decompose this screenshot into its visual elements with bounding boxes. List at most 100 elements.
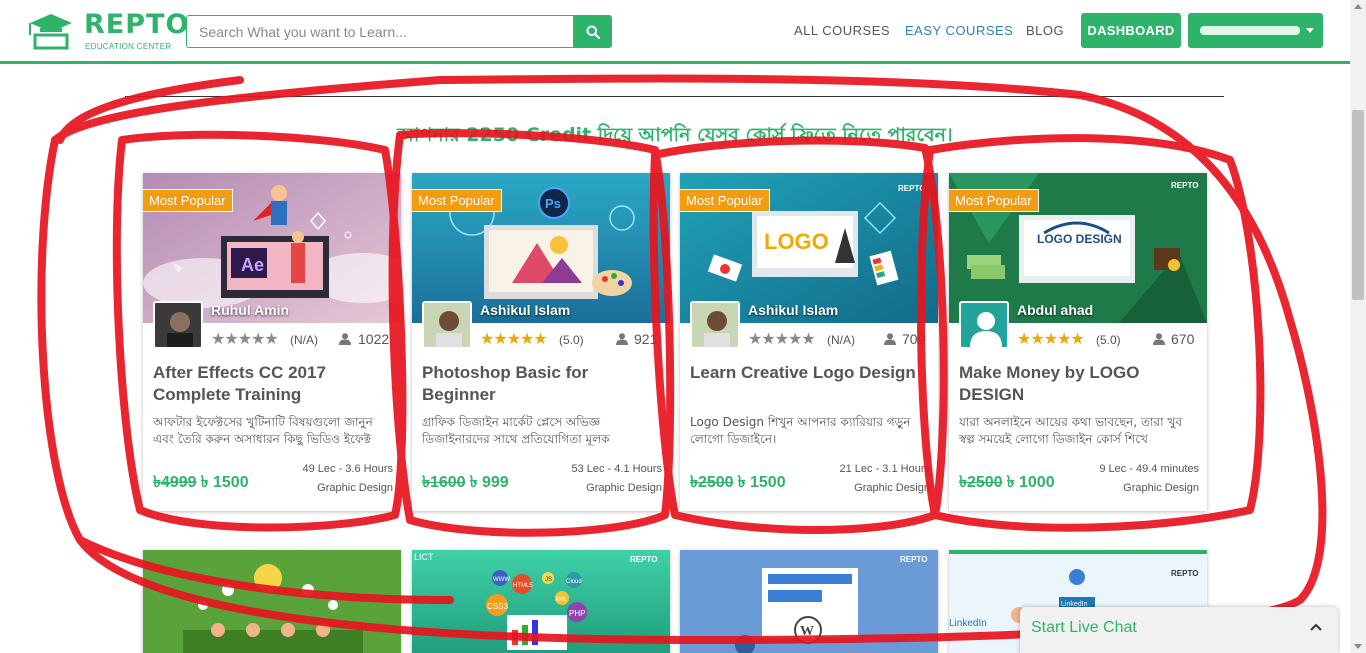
user-icon [884, 333, 896, 345]
current-price: ৳ 999 [469, 474, 509, 491]
logo[interactable]: REPTO EDUCATION CENTER [26, 9, 188, 53]
course-description: Logo Design শিখুন আপনার ক্যারিয়ার গড়ুন… [690, 415, 911, 446]
rating-stars: ★★★★★ [748, 329, 816, 349]
most-popular-badge: Most Popular [143, 189, 233, 212]
user-name-redacted [1200, 26, 1300, 35]
old-price: ৳2500 [690, 474, 734, 491]
category: Graphic Design [854, 482, 930, 494]
rating-value: (5.0) [559, 333, 584, 347]
star-icon: ★★★★★ [1017, 331, 1085, 348]
rating-value: (5.0) [1096, 333, 1121, 347]
search-button[interactable] [573, 15, 612, 48]
course-card-thumbnail[interactable] [143, 550, 401, 653]
svg-text:W: W [800, 624, 814, 639]
search-input[interactable] [186, 15, 574, 48]
svg-text:Ps: Ps [545, 196, 561, 211]
rating-value: (N/A) [827, 333, 855, 347]
svg-text:CSS3: CSS3 [487, 602, 508, 611]
course-card-thumbnail[interactable]: LICT REPTO WWW HTML5 JS Cloud CSS3 XML P… [412, 550, 670, 653]
live-chat-label[interactable]: Start Live Chat [1031, 619, 1137, 637]
user-menu-button[interactable] [1188, 13, 1323, 48]
scrollbar[interactable] [1350, 0, 1366, 653]
avatar [690, 301, 740, 349]
header: REPTO EDUCATION CENTER ALL COURSES EASY … [0, 0, 1350, 64]
price: ৳4999 ৳ 1500 [153, 469, 249, 496]
student-count: 670 [1171, 331, 1195, 347]
star-icon: ★★★★★ [211, 331, 279, 348]
svg-text:Ae: Ae [241, 255, 264, 275]
svg-text:REPTO: REPTO [898, 184, 925, 193]
svg-text:REPTO: REPTO [1171, 569, 1198, 578]
lecture-info: 21 Lec - 3.1 Hours [839, 463, 931, 475]
instructor-name[interactable]: Ruhul Amin [211, 302, 289, 318]
avatar [422, 301, 472, 349]
lecture-info: 9 Lec - 49.4 minutes [1099, 463, 1199, 475]
svg-text:REPTO: REPTO [900, 555, 927, 564]
svg-text:PHP: PHP [569, 609, 585, 618]
svg-text:LOGO: LOGO [764, 229, 829, 254]
svg-text:JS: JS [545, 577, 552, 583]
scroll-up-arrow-icon[interactable] [1354, 4, 1362, 9]
svg-text:LICT: LICT [414, 552, 434, 562]
scroll-down-arrow-icon[interactable] [1354, 644, 1362, 649]
price: ৳1600 ৳ 999 [422, 469, 509, 496]
price: ৳2500 ৳ 1000 [959, 469, 1055, 496]
course-card[interactable]: LOGO REPTO Most Popular Ashikul Islam ★★… [680, 173, 938, 511]
category: Graphic Design [586, 482, 662, 494]
most-popular-badge: Most Popular [949, 189, 1039, 212]
chevron-up-icon[interactable] [1310, 623, 1322, 631]
current-price: ৳ 1000 [1006, 474, 1055, 491]
category: Graphic Design [1123, 482, 1199, 494]
nav-all-courses[interactable]: ALL COURSES [794, 23, 890, 38]
student-count: 709 [902, 331, 926, 347]
instructor-name[interactable]: Ashikul Islam [748, 302, 838, 318]
course-description: গ্রাফিক ডিজাইন মার্কেট প্লেসে অভিজ্ঞ ডিজ… [422, 415, 610, 446]
svg-text:Cloud: Cloud [566, 579, 582, 585]
divider [125, 96, 1224, 97]
most-popular-badge: Most Popular [412, 189, 502, 212]
page: REPTO EDUCATION CENTER ALL COURSES EASY … [0, 0, 1366, 653]
lecture-info: 53 Lec - 4.1 Hours [571, 463, 663, 475]
svg-text:WWW: WWW [493, 577, 510, 583]
rating-stars: ★★★★★ [211, 329, 279, 349]
avatar [959, 301, 1009, 349]
most-popular-badge: Most Popular [680, 189, 770, 212]
nav-easy-courses[interactable]: EASY COURSES [905, 23, 1013, 38]
thumbnail-image: REPTO W [680, 550, 938, 653]
student-count: 1022 [358, 331, 390, 347]
logo-subtitle: EDUCATION CENTER [85, 42, 172, 51]
nav-blog[interactable]: BLOG [1026, 23, 1064, 38]
credit-heading: আপনার 2250 Credit দিয়ে আপনি যেসব কোর্স … [397, 124, 953, 146]
old-price: ৳2500 [959, 474, 1003, 491]
course-title[interactable]: After Effects CC 2017 Complete Training [153, 362, 393, 406]
dashboard-button[interactable]: DASHBOARD [1081, 13, 1181, 48]
lecture-info: 49 Lec - 3.6 Hours [302, 463, 394, 475]
rating-stars: ★★★★★ [480, 329, 548, 349]
course-title[interactable]: Make Money by LOGO DESIGN [959, 362, 1199, 406]
course-card-thumbnail[interactable]: REPTO W [680, 550, 938, 653]
current-price: ৳ 1500 [200, 474, 249, 491]
star-icon: ★★★★★ [480, 331, 548, 348]
course-card[interactable]: Ae Most Popular Ruhul Amin ★★★★★ (N/A) 1… [143, 173, 401, 511]
svg-text:HTML5: HTML5 [513, 583, 533, 589]
course-card[interactable]: LOGO DESIGN REPTO Most Popular Abdul aha… [949, 173, 1207, 511]
old-price: ৳1600 [422, 474, 466, 491]
rating-value: (N/A) [290, 333, 318, 347]
price: ৳2500 ৳ 1500 [690, 469, 786, 496]
caret-down-icon [1306, 28, 1314, 33]
logo-text: REPTO [84, 9, 190, 40]
thumbnail-image [143, 550, 401, 653]
instructor-name[interactable]: Ashikul Islam [480, 302, 570, 318]
user-icon [339, 333, 351, 345]
course-title[interactable]: Learn Creative Logo Design [690, 362, 930, 384]
svg-text:LOGO DESIGN: LOGO DESIGN [1037, 232, 1122, 246]
thumbnail-image: LICT REPTO WWW HTML5 JS Cloud CSS3 XML P… [412, 550, 670, 653]
svg-text:REPTO: REPTO [1171, 181, 1198, 190]
live-chat-widget[interactable]: Start Live Chat [1020, 607, 1338, 653]
instructor-name[interactable]: Abdul ahad [1017, 302, 1093, 318]
course-card[interactable]: Ps Most Popular Ashikul Islam ★★★★★ (5.0… [412, 173, 670, 511]
course-description: যারা অনলাইনে আয়ের কথা ভাবছেন, তারা খুব … [959, 415, 1182, 446]
user-icon [1153, 333, 1165, 345]
scroll-thumb[interactable] [1352, 110, 1364, 300]
course-title[interactable]: Photoshop Basic for Beginner [422, 362, 662, 406]
